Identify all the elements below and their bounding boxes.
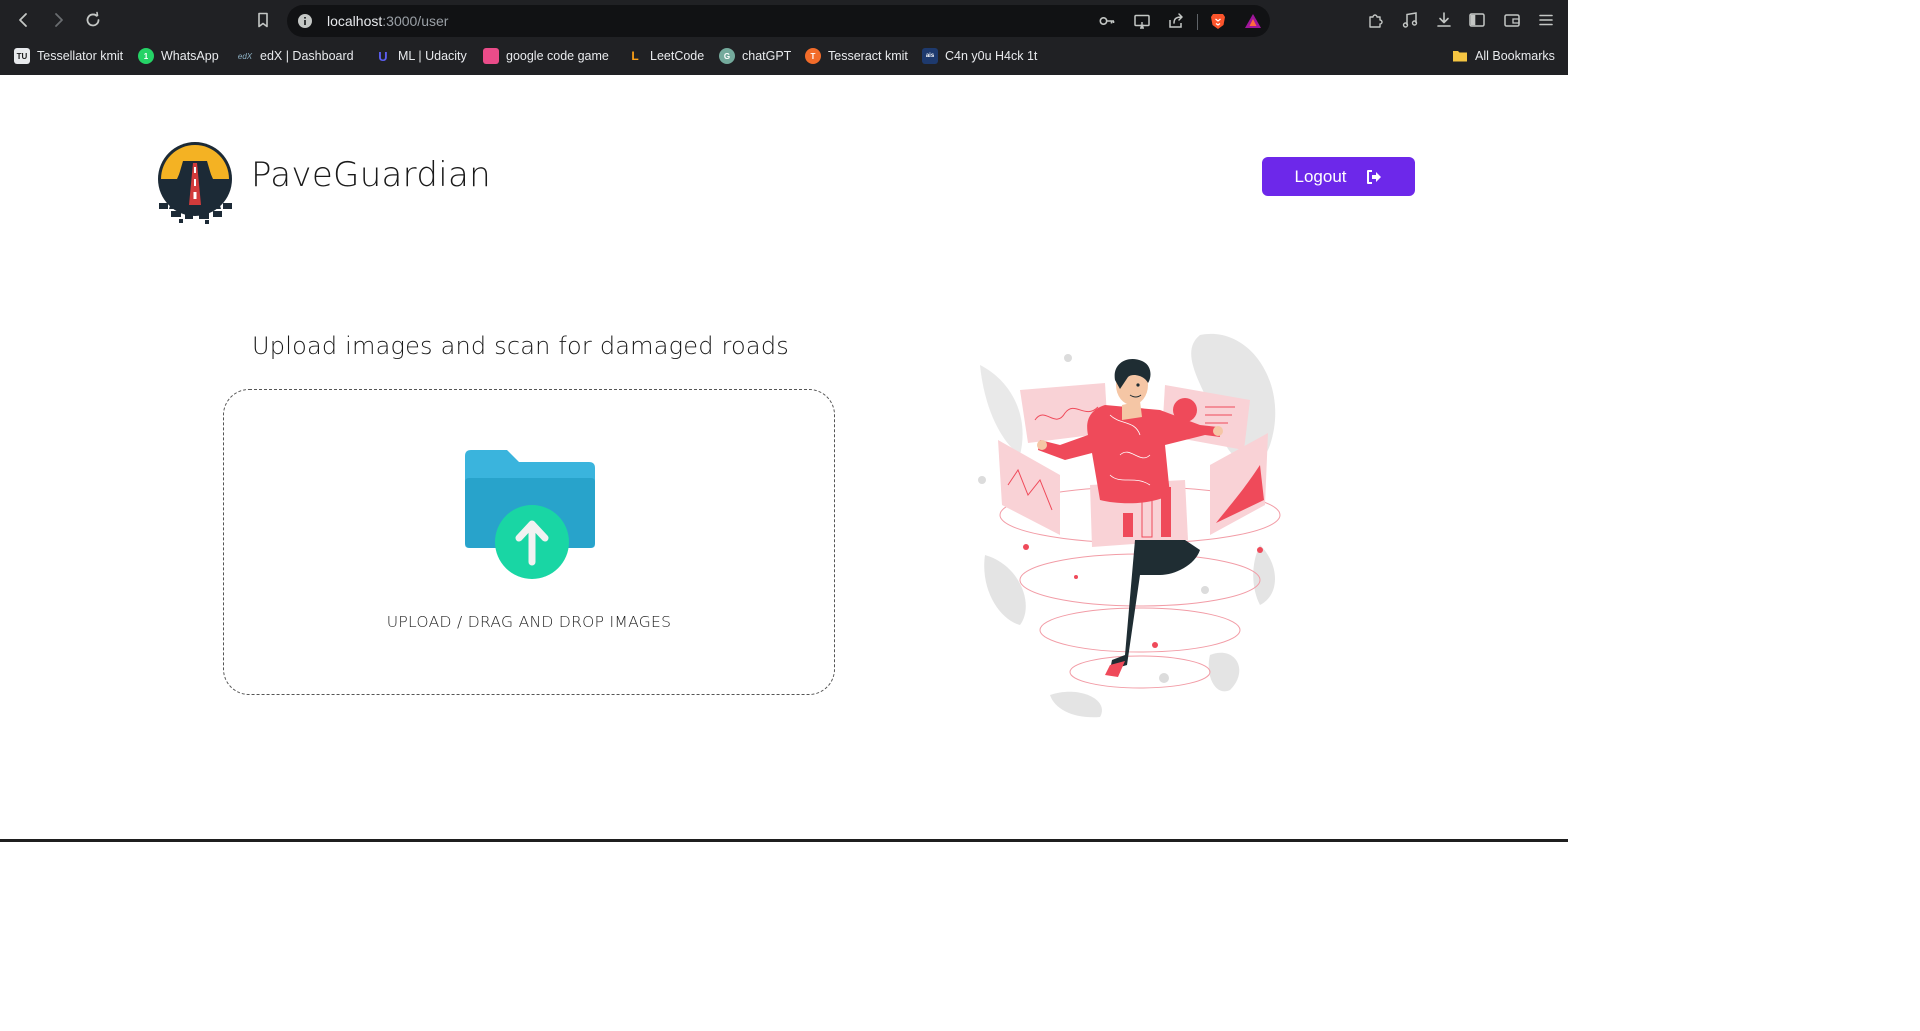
edx-favicon-icon: edX [237,51,253,61]
key-icon [1099,17,1115,26]
browser-chrome: localhost:3000/user TU Tessellator kmit … [0,0,1568,75]
sidebar-button[interactable] [1468,11,1486,29]
bookmark-label: Tessellator kmit [37,49,124,63]
bookmark-leetcode[interactable]: L LeetCode [627,44,704,68]
password-key-button[interactable] [1098,12,1116,30]
sidebar-icon [1469,13,1485,27]
puzzle-icon [1369,14,1383,28]
page-bottom-border [0,839,1568,842]
bookmark-label: edX | Dashboard [260,49,354,63]
bookmark-chatgpt[interactable]: G chatGPT [719,44,791,68]
cast-icon [1134,14,1150,29]
udacity-favicon-icon: U [378,48,388,64]
bookmark-label: ML | Udacity [398,49,467,63]
bookmark-udacity[interactable]: U ML | Udacity [375,44,467,68]
tessellator-favicon-icon: TU [14,48,30,64]
share-button[interactable] [1167,12,1185,30]
extensions-button[interactable] [1367,11,1385,29]
brand-title: PaveGuardian [251,155,491,195]
paveguardian-logo [153,139,237,225]
bookmark-page-button[interactable] [251,8,275,32]
brave-lion-icon [1211,14,1225,29]
forward-icon [55,13,63,27]
url-text[interactable]: localhost:3000/user [327,12,448,30]
bookmark-label: google code game [506,49,609,63]
bookmark-google-code-game[interactable]: google code game [483,44,609,68]
folder-icon [1453,51,1467,62]
google-code-game-favicon-icon [483,48,499,64]
bookmark-icon [258,12,268,28]
reload-button[interactable] [81,8,105,32]
logout-icon [1366,169,1381,184]
bookmark-edx[interactable]: edX edX | Dashboard [237,44,354,68]
share-icon [1169,13,1183,28]
omnibox-divider [1197,14,1198,30]
music-note-icon [1402,12,1418,28]
rewards-triangle-icon [1245,14,1261,28]
bookmark-label: WhatsApp [161,49,219,63]
bookmark-whatsapp[interactable]: 1 WhatsApp [138,44,219,68]
hackathon-favicon-icon: ais [922,48,938,64]
address-bar[interactable]: localhost:3000/user [287,5,1270,37]
url-path: :3000/user [382,13,449,29]
analyst-illustration [960,325,1320,720]
url-host: localhost [327,13,383,29]
menu-button[interactable] [1537,11,1555,29]
brave-rewards-button[interactable] [1244,12,1262,30]
browser-toolbar: localhost:3000/user [0,0,1568,40]
page-headline: Upload images and scan for damaged roads [252,332,789,360]
media-button[interactable] [1401,11,1419,29]
folder-upload-icon [465,450,595,579]
chatgpt-favicon-icon: G [719,48,735,64]
bookmark-tesseract[interactable]: T Tesseract kmit [805,44,908,68]
hamburger-menu-icon [1539,14,1553,26]
logout-label: Logout [1294,166,1347,186]
all-bookmarks-folder[interactable]: All Bookmarks [1452,44,1555,68]
site-info-icon[interactable] [297,13,313,29]
wallet-button[interactable] [1503,11,1521,29]
leetcode-favicon-icon: L [631,49,639,63]
wallet-icon [1504,14,1520,27]
logout-button[interactable]: Logout [1262,157,1415,196]
download-icon [1437,12,1451,27]
back-button[interactable] [12,8,36,32]
bookmark-label: C4n y0u H4ck 1t [945,49,1038,63]
all-bookmarks-label: All Bookmarks [1475,49,1555,63]
road-logo-icon [158,142,232,224]
back-icon [19,13,27,27]
brave-shields-button[interactable] [1209,12,1227,30]
dropzone-label: UPLOAD / DRAG AND DROP IMAGES [386,613,672,631]
reload-icon [86,11,100,27]
bookmark-label: LeetCode [650,49,705,63]
data-analyst-illustration-icon [978,333,1281,718]
bookmark-label: Tesseract kmit [828,49,908,63]
downloads-button[interactable] [1435,11,1453,29]
forward-button[interactable] [46,8,70,32]
bookmarks-bar: TU Tessellator kmit 1 WhatsApp edX edX |… [0,44,1568,68]
cast-button[interactable] [1133,12,1151,30]
bookmark-c4n-y0u-h4ck-1t[interactable]: ais C4n y0u H4ck 1t [922,44,1037,68]
bookmark-label: chatGPT [742,49,792,63]
tesseract-favicon-icon: T [805,48,821,64]
bookmark-tessellator[interactable]: TU Tessellator kmit [14,44,123,68]
whatsapp-favicon-icon: 1 [138,48,154,64]
image-dropzone[interactable]: UPLOAD / DRAG AND DROP IMAGES [223,389,835,695]
